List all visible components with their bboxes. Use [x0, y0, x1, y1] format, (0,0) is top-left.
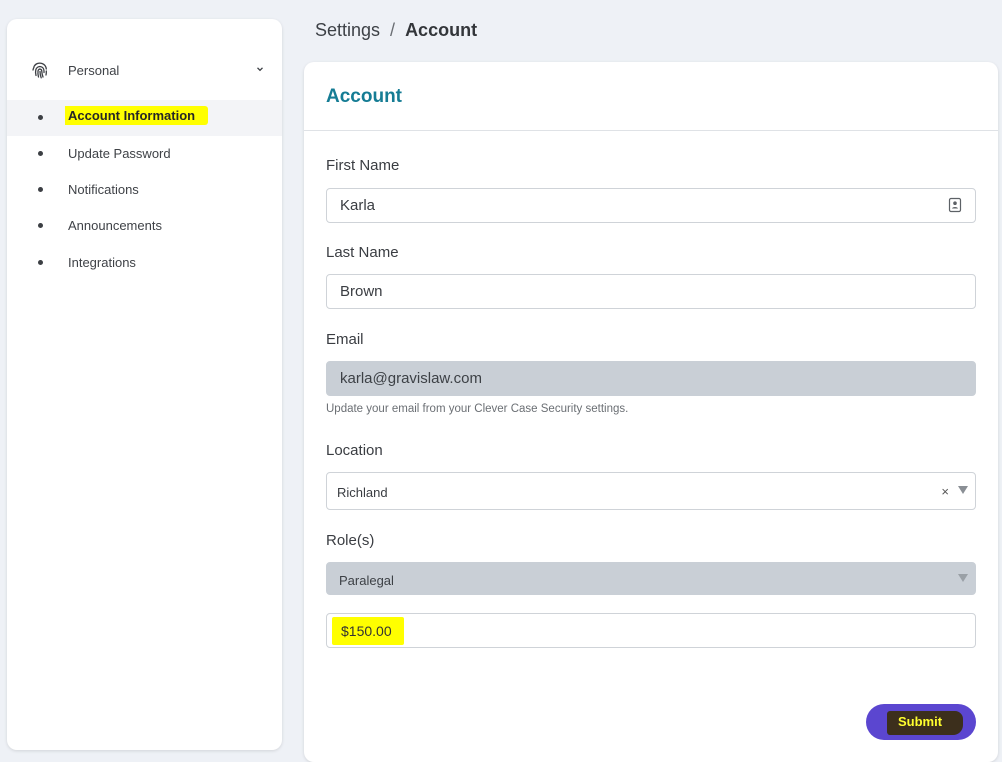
card-divider: [304, 130, 998, 131]
location-label: Location: [326, 442, 383, 459]
sidebar-item-label: Notifications: [68, 182, 139, 197]
caret-down-icon: [958, 574, 968, 582]
email-label: Email: [326, 331, 364, 348]
sidebar-item-label: Integrations: [68, 255, 136, 270]
clear-icon[interactable]: ×: [941, 484, 949, 499]
card-title: Account: [326, 86, 402, 107]
breadcrumb-settings-link[interactable]: Settings: [315, 20, 380, 40]
sidebar-item-account-information[interactable]: Account Information: [7, 100, 282, 136]
sidebar-item-label: Announcements: [68, 218, 162, 233]
sidebar-group-label: Personal: [68, 63, 120, 78]
roles-select: Paralegal: [326, 562, 976, 595]
breadcrumb-separator: /: [390, 20, 396, 40]
bullet-icon: [38, 151, 43, 156]
breadcrumb: Settings / Account: [315, 20, 477, 41]
account-card: Account First Name Last Name Email Updat…: [304, 62, 998, 762]
breadcrumb-current: Account: [405, 20, 478, 40]
bullet-icon: [38, 187, 43, 192]
bullet-icon: [38, 115, 43, 120]
roles-selected-value: Paralegal: [339, 573, 394, 588]
first-name-input[interactable]: [326, 188, 976, 223]
contact-card-icon[interactable]: [948, 197, 962, 213]
location-select[interactable]: Richland ×: [326, 472, 976, 510]
sidebar-item-notifications[interactable]: Notifications: [7, 172, 282, 208]
last-name-label: Last Name: [326, 244, 399, 261]
submit-button[interactable]: Submit: [866, 704, 976, 740]
email-helper-text: Update your email from your Clever Case …: [326, 403, 629, 415]
caret-down-icon[interactable]: [958, 486, 968, 494]
fingerprint-icon: [32, 62, 47, 79]
sidebar-item-label: Account Information: [65, 106, 209, 125]
sidebar-item-update-password[interactable]: Update Password: [7, 136, 282, 172]
settings-sidebar: Personal Account Information Update Pass…: [7, 19, 282, 750]
email-input: [326, 361, 976, 396]
submit-label: Submit: [887, 711, 963, 735]
roles-label: Role(s): [326, 532, 375, 549]
last-name-input[interactable]: [326, 274, 976, 309]
rate-input[interactable]: $150.00: [326, 613, 976, 648]
bullet-icon: [38, 223, 43, 228]
first-name-label: First Name: [326, 157, 400, 174]
sidebar-group-personal[interactable]: Personal: [7, 53, 282, 87]
location-selected-value: Richland: [337, 485, 388, 500]
sidebar-item-label: Update Password: [68, 146, 171, 161]
sidebar-item-integrations[interactable]: Integrations: [7, 245, 282, 281]
bullet-icon: [38, 260, 43, 265]
rate-value: $150.00: [332, 617, 404, 645]
sidebar-item-announcements[interactable]: Announcements: [7, 208, 282, 244]
chevron-down-icon: [257, 67, 263, 72]
